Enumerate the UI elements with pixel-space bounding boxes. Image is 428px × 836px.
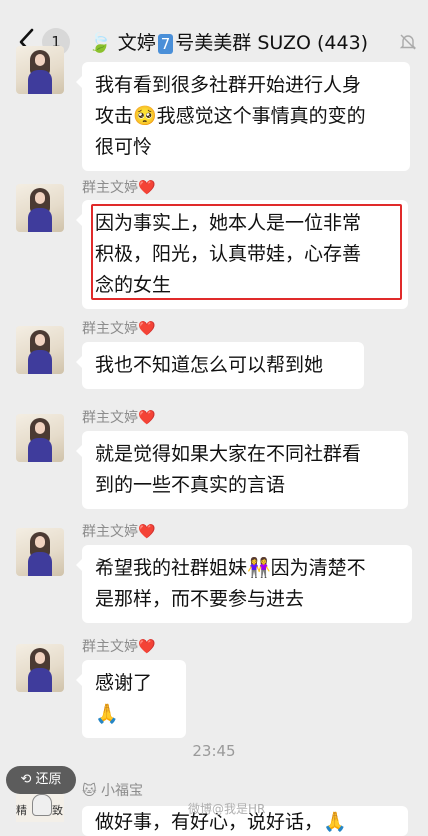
watermark: 微博@我是HR — [188, 802, 266, 816]
avatar[interactable] — [16, 326, 64, 374]
message-bubble[interactable]: 感谢了🙏 — [76, 660, 186, 738]
avatar[interactable] — [16, 644, 64, 692]
leaf-icon: 🍃 — [88, 32, 112, 54]
cat-icon — [32, 794, 52, 816]
sender-name: 群主文婷❤️ — [82, 524, 156, 540]
message-bubble[interactable]: 希望我的社群姐妹👭因为清楚不 是那样，而不要参与进去 — [76, 545, 412, 623]
sender-name: 群主文婷❤️ — [82, 321, 156, 337]
message-line: 我也不知道怎么可以帮到她 — [95, 354, 324, 376]
restore-button[interactable]: ⟲ 还原 — [6, 766, 76, 794]
avatar[interactable] — [16, 528, 64, 576]
heart-icon: ❤️ — [138, 524, 156, 540]
avatar[interactable] — [16, 184, 64, 232]
chat-header: 1 🍃 文婷 7 号美美群 SUZO (443) — [0, 0, 428, 70]
sender-name: 群主文婷❤️ — [82, 410, 156, 426]
message-bubble[interactable]: 我有看到很多社群开始进行人身 攻击🥺我感觉这个事情真的变的 很可怜 — [76, 62, 410, 171]
message-line: 感谢了🙏 — [95, 672, 153, 725]
avatar-text: 精 — [16, 804, 27, 817]
message-line: 希望我的社群姐妹👭因为清楚不 — [95, 557, 366, 579]
title-rest: 号美美群 SUZO — [175, 32, 311, 54]
chat-title[interactable]: 🍃 文婷 7 号美美群 SUZO (443) — [88, 28, 394, 58]
message-line: 到的一些不真实的言语 — [95, 474, 286, 496]
member-count: (443) — [316, 32, 369, 54]
number-seven-icon: 7 — [157, 34, 174, 54]
heart-icon: ❤️ — [138, 321, 156, 337]
restore-label: 还原 — [35, 772, 62, 787]
avatar[interactable]: 精 致 — [16, 794, 64, 822]
avatar[interactable] — [16, 46, 64, 94]
avatar[interactable] — [16, 414, 64, 462]
avatar-text: 致 — [52, 804, 63, 817]
sender-name: 🐱 小福宝 — [82, 783, 144, 799]
message-line: 很可怜 — [95, 136, 153, 158]
heart-icon: ❤️ — [138, 410, 156, 426]
highlight-box — [91, 204, 402, 300]
message-line: 我有看到很多社群开始进行人身 — [95, 74, 362, 96]
mute-bell-icon — [399, 34, 417, 50]
message-line: 就是觉得如果大家在不同社群看 — [95, 443, 362, 465]
message-bubble[interactable]: 我也不知道怎么可以帮到她 — [76, 342, 364, 389]
sender-name: 群主文婷❤️ — [82, 639, 156, 655]
heart-icon: ❤️ — [138, 639, 156, 655]
heart-icon: ❤️ — [138, 180, 156, 196]
message-line: 攻击🥺我感觉这个事情真的变的 — [95, 105, 366, 127]
restore-icon: ⟲ — [20, 772, 32, 787]
title-prefix: 文婷 — [117, 32, 156, 54]
message-line: 是那样，而不要参与进去 — [95, 588, 305, 610]
message-bubble[interactable]: 就是觉得如果大家在不同社群看 到的一些不真实的言语 — [76, 431, 408, 509]
sender-name: 群主文婷❤️ — [82, 180, 156, 196]
time-divider: 23:45 — [192, 742, 236, 760]
